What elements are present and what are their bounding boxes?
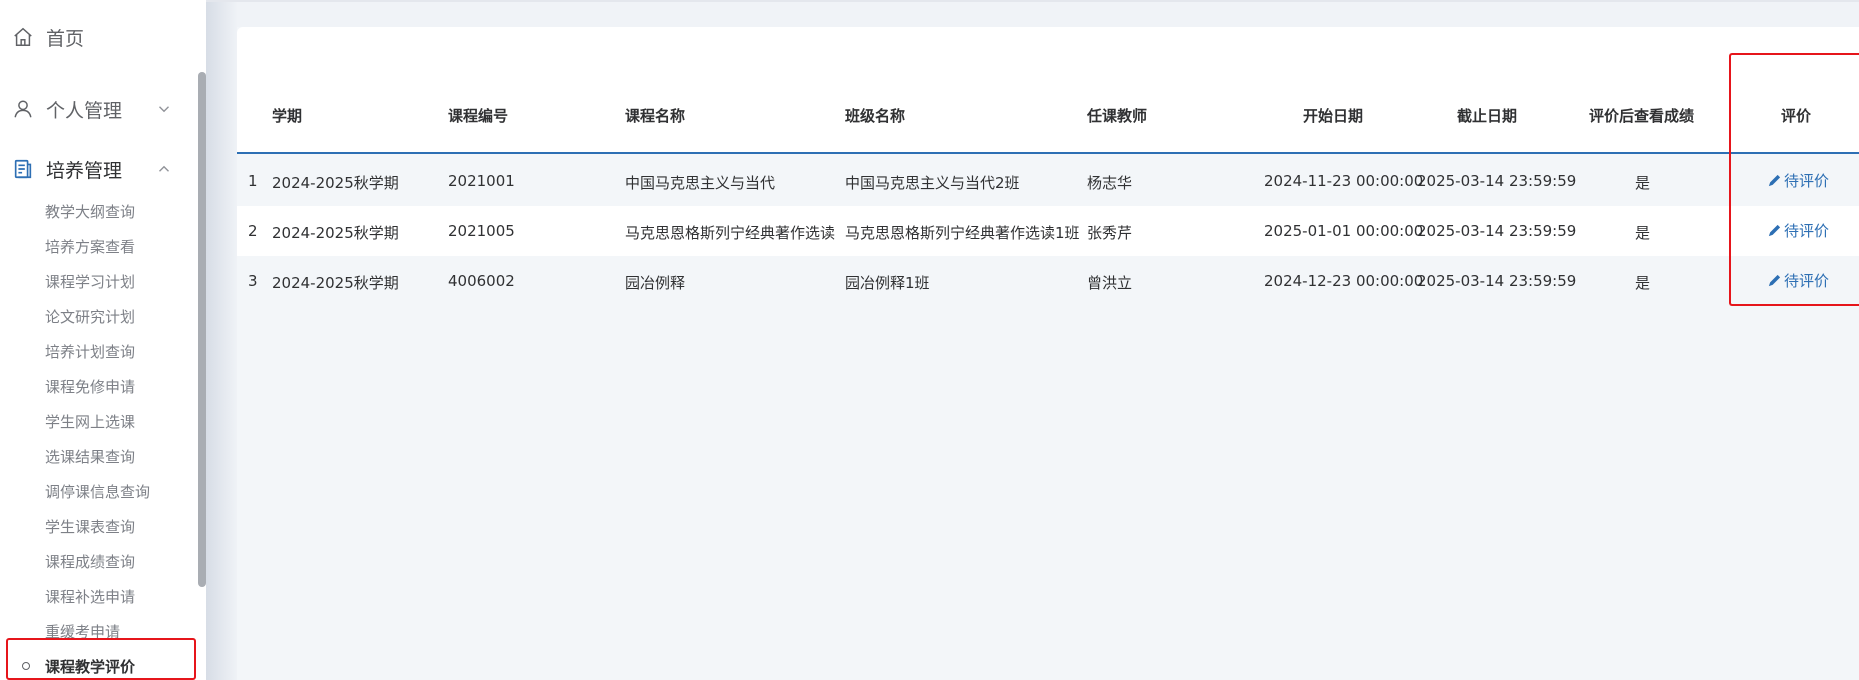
- th-end-date: 截止日期: [1457, 107, 1518, 125]
- th-class-name: 班级名称: [845, 107, 906, 125]
- table-row: 3 2024-2025秋学期 4006002 园冶例释 园冶例释1班 曾洪立 2…: [237, 256, 1859, 306]
- sidebar-item-label: 重缓考申请: [45, 623, 121, 641]
- cell-start-date: 2024-11-23 00:00:00: [1264, 172, 1424, 190]
- th-course-code: 课程编号: [448, 107, 509, 125]
- sidebar-item-label: 调停课信息查询: [45, 483, 151, 501]
- evaluate-link[interactable]: 待评价: [1767, 220, 1829, 241]
- main-panel: 学期 课程编号 课程名称 班级名称 任课教师 开始日期 截止日期 评价后查看成绩…: [237, 27, 1859, 680]
- cell-term: 2024-2025秋学期: [272, 224, 399, 242]
- table-row: 2 2024-2025秋学期 2021005 马克思恩格斯列宁经典著作选读 马克…: [237, 206, 1859, 256]
- evaluate-link-label: 待评价: [1784, 222, 1830, 240]
- chevron-up-icon: [155, 160, 173, 178]
- cell-end-date: 2025-03-14 23:59:59: [1417, 272, 1577, 290]
- sidebar-item-label: 教学大纲查询: [45, 203, 136, 221]
- cell-course-name: 中国马克思主义与当代: [625, 174, 776, 192]
- cell-start-date: 2025-01-01 00:00:00: [1264, 222, 1424, 240]
- nav-personal[interactable]: 个人管理: [0, 84, 195, 134]
- th-start-date: 开始日期: [1303, 107, 1364, 125]
- cell-start-date: 2024-12-23 00:00:00: [1264, 272, 1424, 290]
- sidebar-item-label: 学生网上选课: [45, 413, 136, 431]
- cell-index: 1: [248, 172, 258, 190]
- sidebar-shadow: [206, 0, 238, 680]
- table-row: 1 2024-2025秋学期 2021001 中国马克思主义与当代 中国马克思主…: [237, 156, 1859, 206]
- sidebar-item-label: 课程学习计划: [45, 273, 136, 291]
- nav-home[interactable]: 首页: [0, 12, 195, 62]
- edit-icon: [1768, 224, 1781, 237]
- cell-course-name: 园冶例释: [625, 274, 686, 292]
- table-header-row: 学期 课程编号 课程名称 班级名称 任课教师 开始日期 截止日期 评价后查看成绩…: [237, 77, 1859, 154]
- sidebar-item-label: 课程教学评价: [45, 658, 136, 676]
- sidebar-item-program[interactable]: 培养方案查看: [0, 229, 195, 264]
- sidebar-item-exemption[interactable]: 课程免修申请: [0, 369, 195, 404]
- chevron-down-icon: [155, 100, 173, 118]
- edit-icon: [1768, 274, 1781, 287]
- evaluate-link-label: 待评价: [1784, 172, 1830, 190]
- top-divider: [206, 0, 1859, 2]
- th-view-score: 评价后查看成绩: [1589, 107, 1695, 125]
- cell-end-date: 2025-03-14 23:59:59: [1417, 222, 1577, 240]
- th-evaluate: 评价: [1781, 107, 1812, 125]
- cell-view-score: 是: [1635, 274, 1651, 292]
- cell-index: 3: [248, 272, 258, 290]
- cell-course-name: 马克思恩格斯列宁经典著作选读: [625, 224, 836, 242]
- sidebar-item-timetable[interactable]: 学生课表查询: [0, 509, 195, 544]
- nav-personal-label: 个人管理: [46, 99, 123, 122]
- sidebar-item-grades[interactable]: 课程成绩查询: [0, 544, 195, 579]
- sidebar-item-syllabus[interactable]: 教学大纲查询: [0, 194, 195, 229]
- cell-course-code: 2021001: [448, 172, 515, 190]
- sidebar-scrollbar-thumb[interactable]: [198, 72, 206, 587]
- sidebar-item-course-evaluation[interactable]: 课程教学评价: [0, 649, 195, 680]
- sidebar-item-supplementary[interactable]: 课程补选申请: [0, 579, 195, 614]
- evaluate-link[interactable]: 待评价: [1767, 270, 1829, 291]
- cell-view-score: 是: [1635, 174, 1651, 192]
- sidebar-item-course-selection[interactable]: 学生网上选课: [0, 404, 195, 439]
- nav-home-label: 首页: [46, 27, 85, 50]
- sidebar-item-selection-result[interactable]: 选课结果查询: [0, 439, 195, 474]
- home-icon: [10, 24, 36, 50]
- cell-class-name: 马克思恩格斯列宁经典著作选读1班: [845, 224, 1080, 242]
- sidebar-item-label: 学生课表查询: [45, 518, 136, 536]
- bullet-icon: [22, 662, 30, 670]
- nav-training-label: 培养管理: [46, 159, 123, 182]
- th-course-name: 课程名称: [625, 107, 686, 125]
- evaluate-link-label: 待评价: [1784, 272, 1830, 290]
- sidebar-scrollbar[interactable]: [198, 72, 206, 587]
- document-icon: [10, 156, 36, 182]
- user-icon: [10, 96, 36, 122]
- cell-teacher: 曾洪立: [1087, 274, 1133, 292]
- sidebar-item-label: 课程补选申请: [45, 588, 136, 606]
- th-term: 学期: [272, 107, 303, 125]
- cell-class-name: 园冶例释1班: [845, 274, 930, 292]
- sidebar-item-label: 课程免修申请: [45, 378, 136, 396]
- cell-course-code: 4006002: [448, 272, 515, 290]
- evaluate-link[interactable]: 待评价: [1767, 170, 1829, 191]
- sidebar-item-deferred-exam[interactable]: 重缓考申请: [0, 614, 195, 649]
- cell-teacher: 张秀芹: [1087, 224, 1133, 242]
- cell-term: 2024-2025秋学期: [272, 174, 399, 192]
- sidebar-item-training-plan[interactable]: 培养计划查询: [0, 334, 195, 369]
- sidebar-item-label: 培养方案查看: [45, 238, 136, 256]
- cell-class-name: 中国马克思主义与当代2班: [845, 174, 1020, 192]
- cell-term: 2024-2025秋学期: [272, 274, 399, 292]
- sidebar-item-label: 课程成绩查询: [45, 553, 136, 571]
- sidebar-item-label: 培养计划查询: [45, 343, 136, 361]
- cell-course-code: 2021005: [448, 222, 515, 240]
- th-teacher: 任课教师: [1087, 107, 1148, 125]
- sidebar-item-label: 论文研究计划: [45, 308, 136, 326]
- sidebar-item-label: 选课结果查询: [45, 448, 136, 466]
- cell-index: 2: [248, 222, 258, 240]
- edit-icon: [1768, 174, 1781, 187]
- cell-end-date: 2025-03-14 23:59:59: [1417, 172, 1577, 190]
- nav-training[interactable]: 培养管理: [0, 144, 195, 194]
- sidebar-item-study-plan[interactable]: 课程学习计划: [0, 264, 195, 299]
- cell-teacher: 杨志华: [1087, 174, 1133, 192]
- sidebar-item-schedule-change[interactable]: 调停课信息查询: [0, 474, 195, 509]
- sidebar: 首页 个人管理 培养管理 教学大纲查询 培养方案查看 课程学习计划 论文研究计划…: [0, 0, 206, 680]
- sidebar-item-thesis-plan[interactable]: 论文研究计划: [0, 299, 195, 334]
- cell-view-score: 是: [1635, 224, 1651, 242]
